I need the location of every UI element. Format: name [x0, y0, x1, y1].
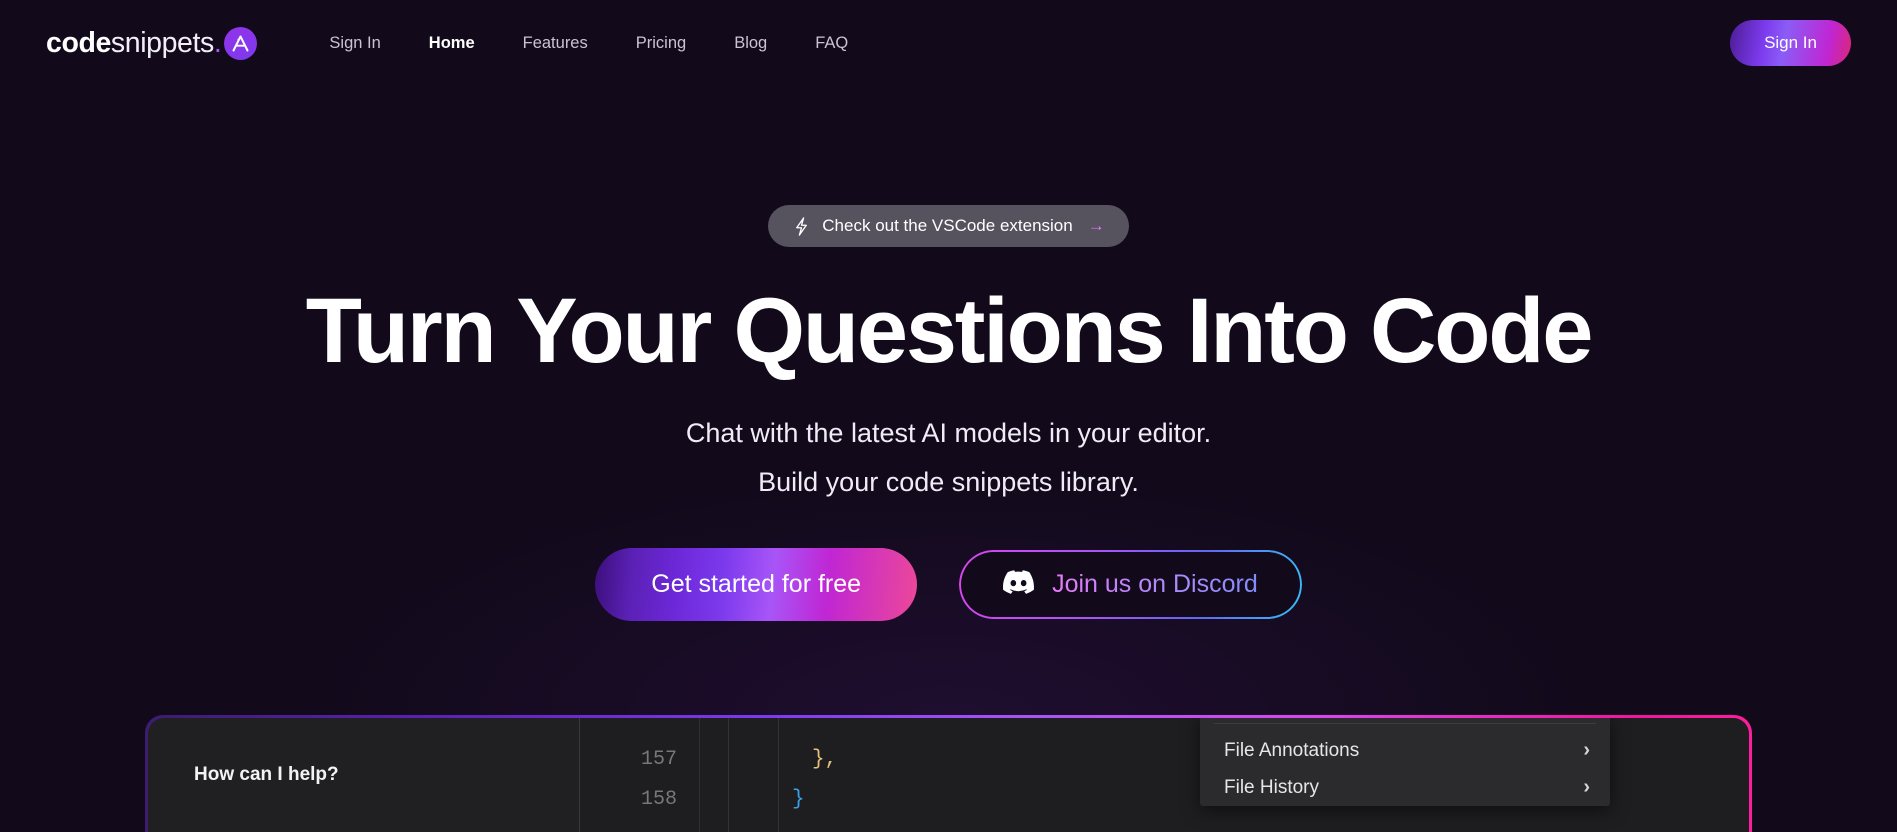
code-pane[interactable]: 157 158 }, } File Annotations › File His… — [580, 718, 1749, 832]
hero-badge-row: Check out the VSCode extension → — [0, 205, 1897, 247]
site-logo[interactable]: codesnippets. — [46, 26, 258, 60]
context-menu: File Annotations › File History › — [1200, 718, 1610, 806]
site-header: codesnippets. Sign In Home Features Pric… — [0, 0, 1897, 86]
code-token: }, — [812, 748, 838, 771]
hero-subtitle-line-2: Build your code snippets library. — [758, 466, 1139, 497]
line-number-gutter: 157 158 — [580, 718, 700, 832]
editor-preview-frame: How can I help? 157 158 }, } File Annota… — [145, 715, 1752, 832]
badge-arrow-icon: → — [1087, 216, 1105, 235]
sign-in-button[interactable]: Sign In — [1730, 20, 1851, 66]
badge-label: Check out the VSCode extension — [822, 216, 1073, 235]
codesnippets-logo-icon — [224, 26, 258, 60]
chevron-right-icon: › — [1583, 739, 1590, 761]
hero-section: Check out the VSCode extension → Turn Yo… — [0, 0, 1897, 621]
line-number: 158 — [640, 788, 677, 811]
editor-preview: How can I help? 157 158 }, } File Annota… — [148, 718, 1749, 832]
logo-wordmark: codesnippets. — [46, 26, 222, 60]
nav-item-faq[interactable]: FAQ — [791, 34, 872, 53]
nav-item-pricing[interactable]: Pricing — [612, 34, 710, 53]
join-discord-label: Join us on Discord — [1052, 569, 1258, 598]
logo-dot: . — [213, 26, 222, 59]
lightning-bolt-icon — [794, 216, 809, 236]
hero-subtitle: Chat with the latest AI models in your e… — [0, 413, 1897, 504]
context-menu-item-file-history[interactable]: File History › — [1200, 769, 1610, 806]
vscode-extension-badge[interactable]: Check out the VSCode extension → — [768, 205, 1129, 247]
hero-subtitle-line-1: Chat with the latest AI models in your e… — [685, 417, 1212, 448]
indent-guide — [728, 718, 729, 832]
chat-pane: How can I help? — [148, 718, 580, 832]
context-menu-divider — [1214, 723, 1596, 724]
main-navigation: Sign In Home Features Pricing Blog FAQ — [305, 34, 872, 53]
context-menu-item-file-annotations[interactable]: File Annotations › — [1200, 732, 1610, 769]
nav-item-sign-in[interactable]: Sign In — [305, 34, 404, 53]
get-started-button[interactable]: Get started for free — [595, 547, 918, 621]
context-menu-item-label: File Annotations — [1224, 739, 1360, 761]
chat-prompt: How can I help? — [194, 764, 339, 785]
hero-cta-row: Get started for free Join us on Discord — [0, 547, 1897, 621]
nav-item-home[interactable]: Home — [405, 34, 499, 53]
nav-item-features[interactable]: Features — [499, 34, 612, 53]
join-discord-button[interactable]: Join us on Discord — [959, 549, 1302, 619]
context-menu-item-label: File History — [1224, 776, 1320, 798]
chevron-right-icon: › — [1583, 776, 1590, 798]
hero-headline: Turn Your Questions Into Code — [305, 280, 1594, 382]
code-token: } — [792, 788, 805, 811]
line-number: 157 — [640, 748, 677, 771]
logo-light-text: snippets — [110, 26, 214, 59]
discord-icon — [1003, 569, 1035, 599]
logo-bold-text: code — [46, 26, 111, 59]
nav-item-blog[interactable]: Blog — [710, 34, 791, 53]
indent-guide — [778, 718, 779, 832]
